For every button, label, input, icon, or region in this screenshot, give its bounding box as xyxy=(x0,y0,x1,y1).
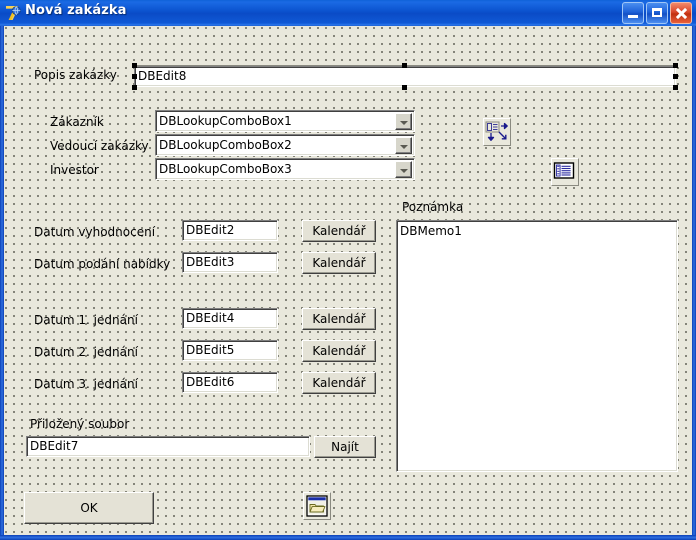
date-field-vyhodnoceni[interactable]: DBEdit2 xyxy=(182,220,278,241)
caption-button-group xyxy=(622,2,692,24)
lookup-combo-zakaznik[interactable]: DBLookupComboBox1 xyxy=(155,110,415,132)
date-field-jednani-3-value: DBEdit6 xyxy=(186,375,235,389)
date-field-jednani-2-value: DBEdit5 xyxy=(186,343,235,357)
description-field[interactable]: DBEdit8 xyxy=(134,66,676,87)
browse-file-button[interactable]: Najít xyxy=(314,436,376,458)
selection-handle-s[interactable] xyxy=(402,85,407,90)
chevron-down-icon[interactable] xyxy=(395,113,412,130)
attachment-path-field[interactable]: DBEdit7 xyxy=(26,436,310,457)
date-field-jednani-1[interactable]: DBEdit4 xyxy=(182,308,278,329)
maximize-icon xyxy=(652,8,662,17)
datasource-component-icon[interactable] xyxy=(483,118,511,146)
label-prilozeny-soubor: Přiložený soubor xyxy=(30,417,130,431)
maximize-button[interactable] xyxy=(646,2,668,24)
date-field-jednani-1-value: DBEdit4 xyxy=(186,311,235,325)
ok-button[interactable]: OK xyxy=(24,492,154,524)
selection-handle-ne[interactable] xyxy=(673,63,678,68)
date-field-jednani-3[interactable]: DBEdit6 xyxy=(182,372,278,393)
label-datum-vyhodnoceni: Datum vyhodnocení xyxy=(34,225,156,239)
date-field-podani-nabidky-value: DBEdit3 xyxy=(186,255,235,269)
dataset-table-component-icon[interactable] xyxy=(551,158,579,186)
label-datum-2-jednani: Datum 2. jednání xyxy=(34,345,138,359)
date-field-vyhodnoceni-value: DBEdit2 xyxy=(186,223,235,237)
window-title: Nová zakázka xyxy=(25,3,127,18)
chevron-down-icon[interactable] xyxy=(395,137,412,154)
selection-handle-se[interactable] xyxy=(673,85,678,90)
label-datum-podani-nabidky: Datum podání nabídky xyxy=(34,257,171,271)
selection-handle-w[interactable] xyxy=(132,74,137,79)
date-field-podani-nabidky[interactable]: DBEdit3 xyxy=(182,252,278,273)
note-memo-value: DBMemo1 xyxy=(400,224,462,238)
minimize-icon xyxy=(628,15,638,18)
minimize-button[interactable] xyxy=(622,2,644,24)
label-investor: Investor xyxy=(50,163,99,177)
selection-handle-nw[interactable] xyxy=(132,63,137,68)
selection-handle-e[interactable] xyxy=(673,74,678,79)
label-popis-zakazky: Popis zakázky xyxy=(34,68,117,82)
window-frame: Nová zakázka Popis zakázky DBEdit8 Zákaz… xyxy=(0,0,696,540)
opendialog-component-icon[interactable] xyxy=(303,492,331,520)
label-datum-3-jednani: Datum 3. jednání xyxy=(34,377,138,391)
lookup-combo-vedouci-value: DBLookupComboBox2 xyxy=(159,138,292,152)
calendar-button-jednani-1[interactable]: Kalendář xyxy=(302,308,376,330)
lookup-combo-vedouci[interactable]: DBLookupComboBox2 xyxy=(155,134,415,156)
delphi7-logo-icon xyxy=(4,4,22,22)
window-right-border xyxy=(692,26,696,540)
delphi-form-designer-window: Nová zakázka Popis zakázky DBEdit8 Zákaz… xyxy=(0,0,696,540)
lookup-combo-investor[interactable]: DBLookupComboBox3 xyxy=(155,158,415,180)
note-memo[interactable]: DBMemo1 xyxy=(396,220,678,472)
calendar-button-podani-nabidky[interactable]: Kalendář xyxy=(302,252,376,274)
close-button[interactable] xyxy=(670,2,692,24)
selection-handle-n[interactable] xyxy=(402,63,407,68)
date-field-jednani-2[interactable]: DBEdit5 xyxy=(182,340,278,361)
label-vedouci-zakazky: Vedoucí zakázky xyxy=(50,139,149,153)
label-datum-1-jednani: Datum 1. jednání xyxy=(34,313,138,327)
calendar-button-jednani-2[interactable]: Kalendář xyxy=(302,340,376,362)
lookup-combo-investor-value: DBLookupComboBox3 xyxy=(159,162,292,176)
attachment-path-value: DBEdit7 xyxy=(30,439,79,453)
label-poznamka: Poznámka xyxy=(402,200,464,214)
calendar-button-jednani-3[interactable]: Kalendář xyxy=(302,372,376,394)
selection-handle-sw[interactable] xyxy=(132,85,137,90)
calendar-button-vyhodnoceni[interactable]: Kalendář xyxy=(302,220,376,242)
title-bar[interactable]: Nová zakázka xyxy=(0,0,696,26)
form-design-surface[interactable]: Popis zakázky DBEdit8 Zákazník DBLookupC… xyxy=(4,26,692,535)
chevron-down-icon[interactable] xyxy=(395,161,412,178)
description-field-value: DBEdit8 xyxy=(138,69,187,83)
label-zakaznik: Zákazník xyxy=(50,115,104,129)
window-bottom-border xyxy=(0,535,696,540)
lookup-combo-zakaznik-value: DBLookupComboBox1 xyxy=(159,114,292,128)
